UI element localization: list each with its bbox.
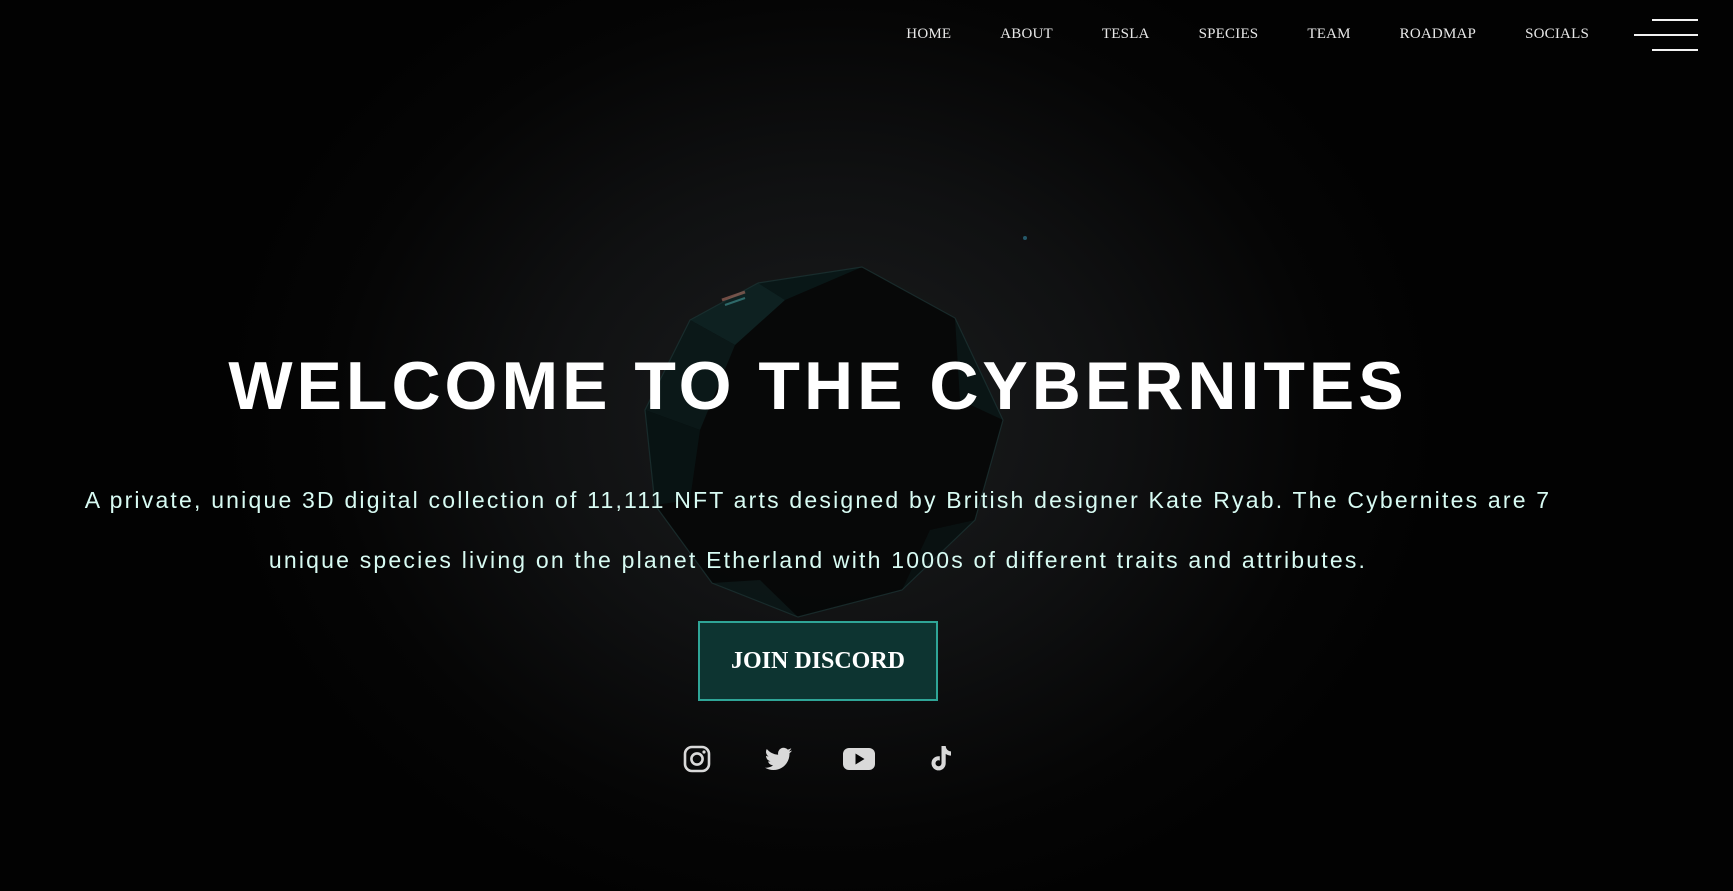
- nav-item-species[interactable]: SPECIES: [1199, 26, 1259, 43]
- nav-item-tesla[interactable]: TESLA: [1102, 26, 1150, 43]
- nav-item-about[interactable]: ABOUT: [1000, 26, 1053, 43]
- hamburger-menu-icon[interactable]: [1634, 18, 1698, 52]
- join-discord-button[interactable]: JOIN DISCORD: [698, 621, 938, 701]
- nav-item-roadmap[interactable]: ROADMAP: [1400, 26, 1476, 43]
- hamburger-line: [1634, 34, 1698, 36]
- social-links: [680, 742, 1004, 776]
- hero-description: A private, unique 3D digital collection …: [84, 487, 1552, 573]
- hero-title: WELCOME TO THE CYBERNITES: [228, 348, 1408, 424]
- youtube-icon[interactable]: [842, 742, 876, 776]
- nav-item-socials[interactable]: SOCIALS: [1525, 26, 1589, 43]
- twitter-icon[interactable]: [761, 742, 795, 776]
- nav-item-team[interactable]: TEAM: [1307, 26, 1350, 43]
- hamburger-line: [1652, 49, 1698, 51]
- hamburger-line: [1652, 19, 1698, 21]
- top-navigation: HOME ABOUT TESLA SPECIES TEAM ROADMAP SO…: [857, 26, 1589, 43]
- tiktok-icon[interactable]: [923, 742, 957, 776]
- nav-item-home[interactable]: HOME: [906, 26, 951, 43]
- instagram-icon[interactable]: [680, 742, 714, 776]
